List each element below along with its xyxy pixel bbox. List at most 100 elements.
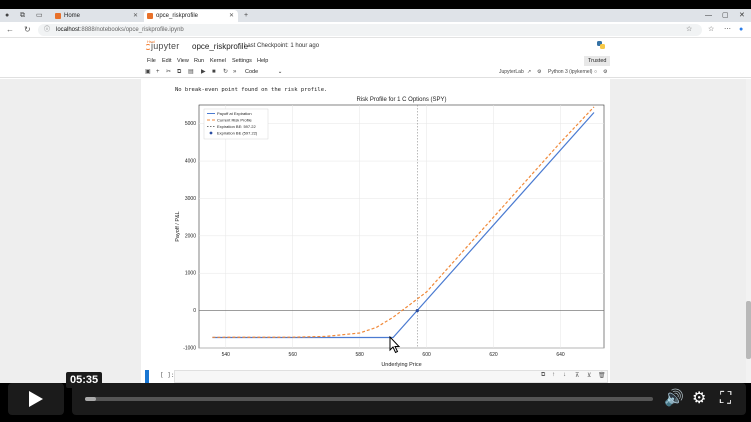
jupyter-favicon-icon: [147, 13, 153, 19]
x-tick-label: 540: [222, 352, 231, 358]
menu-view[interactable]: View: [177, 56, 189, 66]
delete-cell-icon[interactable]: 🗑: [598, 372, 606, 379]
insert-below-icon[interactable]: ⊻: [587, 372, 591, 379]
seek-progress: [85, 397, 97, 401]
cell-prompt: [ ]:: [160, 372, 175, 379]
debugger-icon[interactable]: ⚙: [537, 67, 541, 78]
trusted-badge[interactable]: Trusted: [584, 56, 611, 66]
url-path: :8888/notebooks/opce_riskprofile.ipynb: [79, 27, 184, 33]
jupyterlab-link[interactable]: JupyterLab: [499, 67, 524, 78]
favorites-icon[interactable]: ☆: [708, 24, 714, 36]
cell-type-select[interactable]: Code ⌄: [245, 68, 282, 77]
fullscreen-icon[interactable]: ⛶: [720, 383, 731, 415]
menu-kernel[interactable]: Kernel: [210, 56, 226, 66]
jupyter-header: Hsol jupyter opce_riskprofile Last Check…: [0, 38, 751, 56]
maximize-icon[interactable]: ▢: [722, 9, 729, 22]
y-axis-label: Payoff / P&L: [175, 211, 181, 241]
fast-forward-icon[interactable]: »: [233, 67, 236, 78]
notebook-toolbar: ▣ + ✂ ⧉ ▤ ▶ ■ ↻ » Code ⌄ JupyterLab ↗ ⚙ …: [0, 67, 751, 78]
volume-icon[interactable]: 🔊: [664, 383, 684, 415]
close-window-icon[interactable]: ✕: [739, 9, 745, 22]
menu-settings[interactable]: Settings: [232, 56, 252, 66]
time-display: 05:35: [66, 372, 103, 388]
insert-cell-icon[interactable]: +: [156, 67, 160, 78]
new-tab-icon[interactable]: +: [244, 10, 248, 22]
tab-label: Home: [64, 13, 81, 19]
y-tick-label: 5000: [185, 121, 196, 127]
minimize-icon[interactable]: —: [705, 9, 712, 22]
y-tick-label: 3000: [185, 196, 196, 202]
notebook-name[interactable]: opce_riskprofile: [192, 42, 248, 51]
y-tick-label: 4000: [185, 159, 196, 165]
logo-word: jupyter: [151, 41, 180, 51]
close-tab-icon[interactable]: ✕: [133, 10, 138, 22]
more-icon[interactable]: ⋯: [724, 24, 731, 36]
active-cell-indicator: [145, 370, 149, 383]
menu-edit[interactable]: Edit: [162, 56, 171, 66]
external-link-icon[interactable]: ↗: [527, 67, 531, 78]
plot-area: [198, 104, 605, 349]
x-axis-label: Underlying Price: [381, 362, 421, 368]
tab-home[interactable]: Home ✕: [52, 10, 142, 22]
tab-label: opce_riskprofile: [156, 13, 199, 19]
kernel-name[interactable]: Python 3 (ipykernel): [548, 67, 592, 78]
run-icon[interactable]: ▶: [201, 67, 206, 78]
save-icon[interactable]: ▣: [145, 67, 151, 78]
y-tick-label: 0: [193, 308, 196, 314]
settings-gear-icon[interactable]: ⚙: [692, 383, 706, 415]
x-tick-label: 600: [422, 352, 431, 358]
url-host: localhost: [56, 27, 80, 33]
close-tab-icon[interactable]: ✕: [229, 10, 234, 22]
jupyter-favicon-icon: [55, 13, 61, 19]
tab-notebook[interactable]: opce_riskprofile ✕: [144, 10, 238, 22]
settings-icon[interactable]: ⚙: [603, 67, 607, 78]
menu-help[interactable]: Help: [257, 56, 268, 66]
insert-above-icon[interactable]: ⊼: [575, 372, 579, 379]
x-tick-label: 640: [556, 352, 565, 358]
menu-run[interactable]: Run: [194, 56, 204, 66]
cut-icon[interactable]: ✂: [166, 67, 171, 78]
duplicate-cell-icon[interactable]: ⧉: [541, 372, 545, 379]
menu-file[interactable]: File: [147, 56, 156, 66]
control-panel: 🔊 ⚙ ⛶: [72, 383, 746, 415]
menu-bar: File Edit View Run Kernel Settings Help …: [0, 56, 751, 66]
restart-icon[interactable]: ↻: [223, 67, 228, 78]
play-icon: [29, 391, 43, 407]
legend-label: Expiration BE: 597.22: [217, 124, 256, 129]
tab-bar: ● ⧉ ▭ Home ✕ opce_riskprofile ✕ + — ▢ ✕: [0, 9, 751, 22]
favorite-star-icon[interactable]: ☆: [686, 24, 692, 36]
browser-window: ● ⧉ ▭ Home ✕ opce_riskprofile ✕ + — ▢ ✕ …: [0, 9, 751, 383]
profile-icon[interactable]: ●: [5, 10, 9, 22]
back-icon[interactable]: ←: [6, 24, 14, 36]
mouse-cursor-icon: [389, 336, 401, 354]
y-tick-label: 1000: [185, 271, 196, 277]
python-logo-icon: [597, 41, 605, 49]
y-tick-label: 2000: [185, 233, 196, 239]
paste-icon[interactable]: ▤: [188, 67, 194, 78]
play-button[interactable]: [8, 383, 64, 415]
risk-profile-chart: 540 560 580 600 620 640 -1000 0 1000 2000 3000 4000…: [175, 97, 605, 368]
site-info-icon[interactable]: ⓘ: [44, 24, 50, 36]
url-field[interactable]: ⓘ localhost:8888/notebooks/opce_riskprof…: [38, 24, 702, 36]
chart-title: Risk Profile for 1 C Options (SPY): [356, 97, 446, 103]
move-down-icon[interactable]: ↓: [563, 372, 566, 378]
copilot-icon[interactable]: ●: [739, 24, 743, 36]
kernel-status-icon: ○: [594, 69, 598, 75]
workspaces-icon[interactable]: ⧉: [20, 10, 25, 22]
legend-label: Payoff at Expiration: [217, 111, 252, 116]
seek-bar[interactable]: [85, 397, 653, 401]
x-tick-label: 620: [489, 352, 498, 358]
stop-icon[interactable]: ■: [212, 67, 216, 78]
video-controls: 🔊 ⚙ ⛶: [0, 383, 751, 422]
tab-actions-icon[interactable]: ▭: [36, 10, 43, 22]
refresh-icon[interactable]: ↻: [24, 24, 31, 36]
copy-icon[interactable]: ⧉: [177, 67, 181, 78]
breakeven-point: [415, 309, 419, 313]
scrollbar-thumb[interactable]: [746, 301, 751, 359]
page-scrollbar[interactable]: [746, 79, 751, 383]
move-up-icon[interactable]: ↑: [552, 372, 555, 378]
address-bar: ← ↻ ⓘ localhost:8888/notebooks/opce_risk…: [0, 22, 751, 38]
legend-label: Expiration BE (597.22): [217, 131, 258, 136]
chevron-down-icon: ⌄: [277, 69, 283, 75]
legend-label: Current Risk Profile: [217, 118, 252, 123]
